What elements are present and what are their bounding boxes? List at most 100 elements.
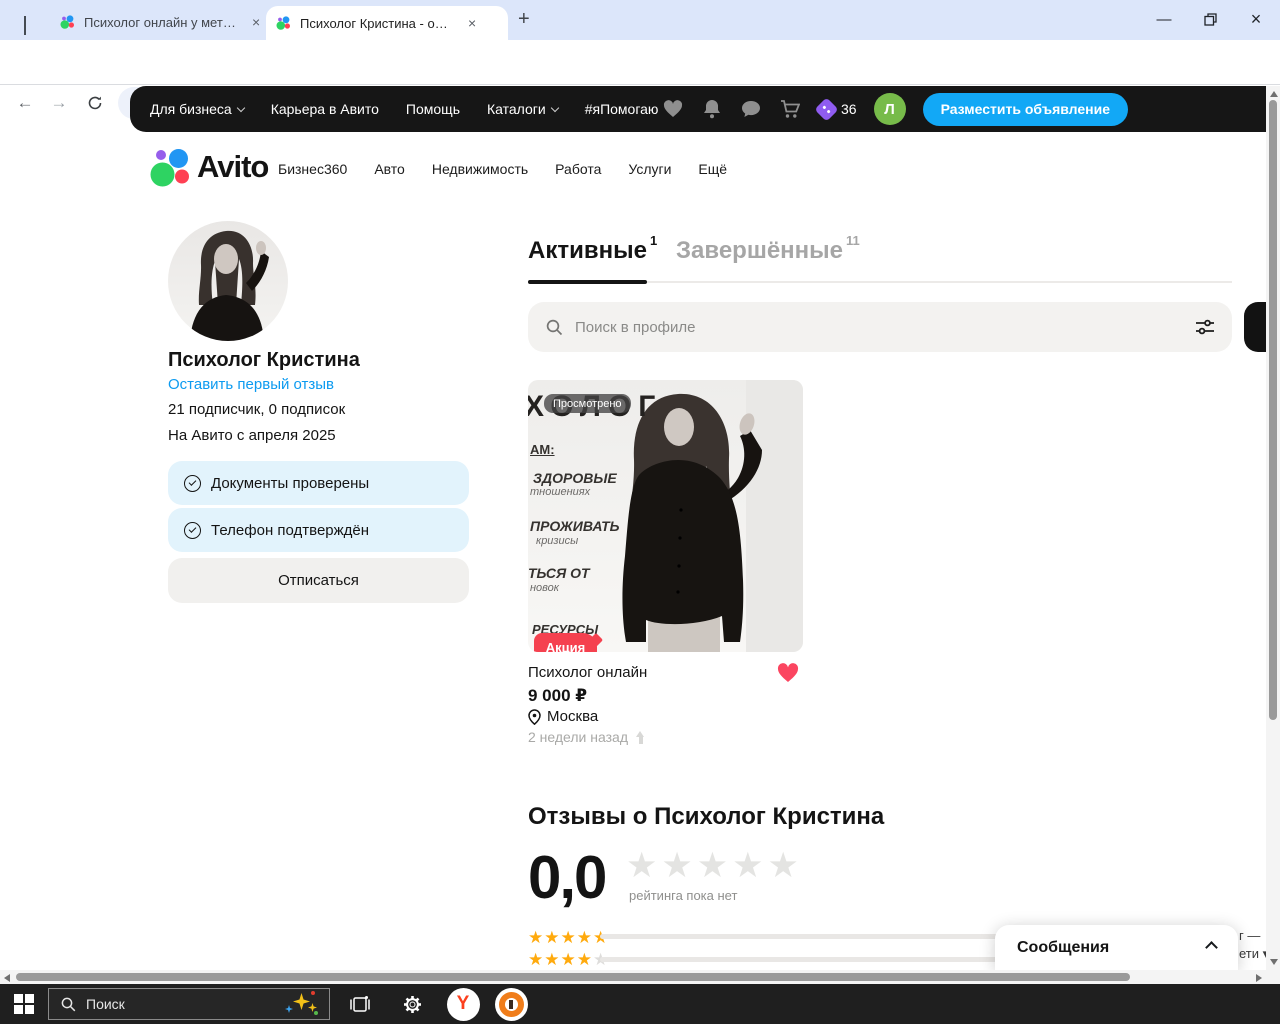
tab-active-listings[interactable]: Активные 1 — [528, 233, 657, 265]
forward-button[interactable]: → — [46, 90, 72, 116]
restore-icon — [1203, 12, 1217, 26]
viewed-badge: Просмотрено — [544, 394, 631, 413]
clipped-text-fragment: ети ▾ — [1239, 946, 1266, 961]
bump-up-icon — [635, 730, 646, 744]
check-circle-icon — [184, 521, 201, 539]
avito-favicon — [60, 15, 74, 29]
bonus-counter[interactable]: 36 — [814, 96, 857, 122]
taskbar-search-input[interactable] — [86, 996, 273, 1012]
floating-action-button[interactable] — [1244, 302, 1266, 352]
messenger-title: Сообщения — [1017, 938, 1110, 956]
check-circle-icon — [184, 474, 201, 492]
windows-logo-icon — [14, 994, 34, 1014]
vertical-scrollbar[interactable] — [1266, 86, 1280, 970]
profile-search[interactable] — [528, 302, 1232, 352]
photo-text-fragment: ПРОЖИВАТЬ — [530, 518, 620, 534]
horizontal-scrollbar[interactable] — [0, 970, 1266, 984]
favorite-heart-icon[interactable] — [777, 663, 799, 683]
post-ad-button[interactable]: Разместить объявление — [922, 92, 1128, 126]
nav-catalogs[interactable]: Каталоги — [487, 101, 559, 117]
tab-title: Психолог онлайн у метро Охо — [84, 14, 242, 30]
windows-taskbar: Y РУС 12:34 02.03.2026 — [0, 984, 1280, 1024]
taskbar-search[interactable] — [48, 988, 330, 1020]
listing-price: 9 000 ₽ — [528, 686, 588, 705]
scroll-up-arrow[interactable] — [1269, 91, 1278, 97]
location-pin-icon — [528, 708, 541, 725]
listing-card-image[interactable]: ХОЛОГ АМ: ЗДОРОВЫЕ тношениях ПРОЖИВАТЬ к… — [528, 380, 803, 652]
bonus-icon — [814, 96, 839, 122]
avito-favicon — [276, 16, 290, 30]
nav-help[interactable]: Помощь — [406, 101, 460, 117]
search-input[interactable] — [575, 318, 1184, 336]
nav-auto[interactable]: Авто — [374, 161, 405, 177]
nav-for-business[interactable]: Для бизнеса — [150, 101, 245, 117]
nav-career[interactable]: Карьера в Авито — [271, 101, 379, 117]
nav-ihelp[interactable]: #яПомогаю — [585, 101, 659, 117]
window-minimize-button[interactable]: — — [1141, 0, 1187, 38]
search-icon — [546, 319, 563, 335]
bonus-count: 36 — [840, 101, 857, 117]
task-view-icon — [350, 995, 370, 1012]
start-button[interactable] — [0, 984, 48, 1024]
vertical-scroll-thumb[interactable] — [1269, 100, 1277, 720]
messages-icon[interactable] — [740, 98, 762, 120]
tab-close-icon[interactable]: × — [250, 14, 262, 30]
task-view-button[interactable] — [340, 984, 380, 1024]
tab-title: Психолог Кристина - официал — [300, 15, 458, 31]
avito-logo-icon[interactable] — [150, 147, 196, 189]
rating-row-4-stars: ★★★★★ — [528, 950, 608, 969]
rating-row-5-stars: ★★★★★ — [528, 928, 610, 947]
settings-button[interactable] — [392, 984, 432, 1024]
tab-active-count: 1 — [649, 233, 658, 248]
avito-header: Для бизнеса Карьера в Авито Помощь Катал… — [130, 86, 1280, 132]
nav-services[interactable]: Услуги — [628, 161, 671, 177]
window-close-button[interactable]: × — [1233, 0, 1279, 38]
scroll-down-arrow[interactable] — [1269, 959, 1278, 965]
orange-app-icon — [494, 987, 528, 1021]
nav-realty[interactable]: Недвижимость — [432, 161, 528, 177]
badge-documents-verified: Документы проверены — [168, 461, 469, 505]
back-button[interactable]: ← — [12, 90, 38, 116]
reload-icon — [88, 96, 102, 110]
notifications-bell-icon[interactable] — [701, 98, 723, 120]
profile-followers: 21 подписчик, 0 подписок — [168, 401, 346, 418]
tab-search-chevron-icon[interactable] — [24, 16, 26, 35]
chevron-down-icon — [236, 103, 245, 112]
scrollbar-corner — [1266, 970, 1280, 984]
leave-review-link[interactable]: Оставить первый отзыв — [168, 376, 334, 393]
gear-icon — [403, 995, 421, 1013]
chevron-down-icon — [550, 103, 559, 112]
browser-tab-inactive[interactable]: Психолог онлайн у метро Охо × — [50, 8, 272, 36]
photo-text-fragment: тношениях — [530, 486, 591, 498]
filters-icon[interactable] — [1196, 319, 1214, 335]
search-icon — [61, 997, 76, 1011]
browser-toolbar: ← → avito.ru/brands/e8bdec4d50bbb5a97105… — [0, 40, 1280, 119]
scroll-left-arrow[interactable] — [4, 973, 10, 982]
reload-button[interactable] — [82, 90, 108, 116]
tab-close-icon[interactable]: × — [466, 15, 478, 31]
tab-completed-listings[interactable]: Завершённые 11 — [676, 233, 860, 265]
horizontal-scroll-thumb[interactable] — [16, 973, 1130, 981]
nav-business360[interactable]: Бизнес360 — [278, 161, 347, 177]
photo-text-fragment: ЗДОРОВЫЕ — [533, 470, 617, 486]
rating-stars-empty: ★★★★★ — [626, 846, 803, 885]
scroll-right-arrow[interactable] — [1256, 973, 1262, 982]
user-avatar[interactable]: Л — [873, 93, 906, 125]
nav-more[interactable]: Ещё — [698, 161, 727, 177]
new-tab-button[interactable]: + — [518, 8, 530, 31]
cart-icon[interactable] — [779, 98, 801, 120]
orange-app-button[interactable] — [489, 984, 533, 1024]
yandex-browser-button[interactable]: Y — [441, 984, 485, 1024]
chevron-up-icon[interactable] — [1205, 941, 1218, 954]
nav-jobs[interactable]: Работа — [555, 161, 601, 177]
avito-logo-text[interactable]: Avito — [197, 149, 269, 185]
messenger-widget[interactable]: Сообщения — [995, 925, 1238, 970]
window-restore-button[interactable] — [1187, 0, 1233, 38]
listing-title[interactable]: Психолог онлайн — [528, 664, 647, 681]
favorites-heart-icon[interactable] — [662, 98, 684, 120]
listing-city: Москва — [547, 708, 599, 725]
promo-badge: Акция — [534, 633, 597, 652]
unsubscribe-button[interactable]: Отписаться — [168, 558, 469, 603]
browser-tab-active[interactable]: Психолог Кристина - официал × — [266, 6, 508, 40]
badge-phone-confirmed: Телефон подтверждён — [168, 508, 469, 552]
